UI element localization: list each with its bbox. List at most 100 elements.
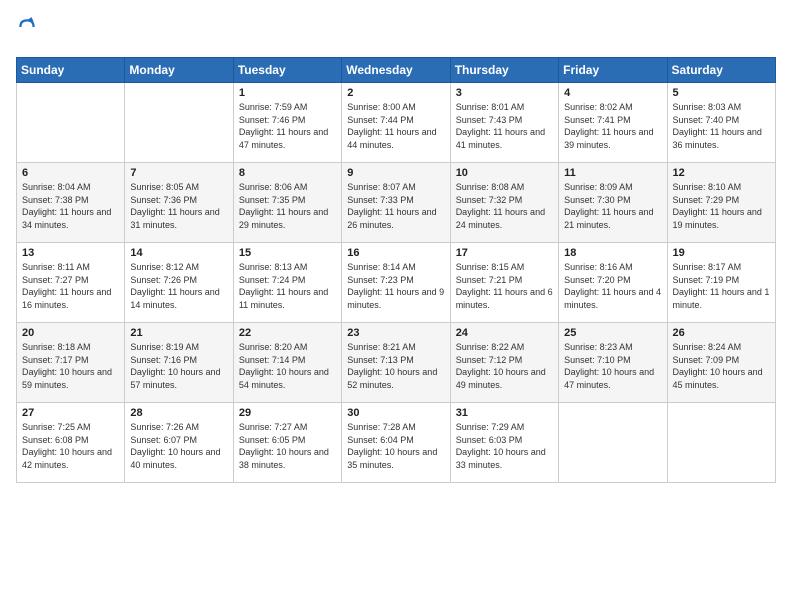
- calendar-cell: 14 Sunrise: 8:12 AM Sunset: 7:26 PM Dayli…: [125, 243, 233, 323]
- day-number: 3: [456, 87, 553, 99]
- day-info: Sunrise: 8:10 AM Sunset: 7:29 PM Dayligh…: [673, 181, 770, 231]
- calendar-cell: 2 Sunrise: 8:00 AM Sunset: 7:44 PM Daylig…: [342, 83, 450, 163]
- calendar-cell: 25 Sunrise: 8:23 AM Sunset: 7:10 PM Dayli…: [559, 323, 667, 403]
- calendar-cell: [125, 83, 233, 163]
- weekday-header-thursday: Thursday: [450, 58, 558, 83]
- day-info: Sunrise: 8:11 AM Sunset: 7:27 PM Dayligh…: [22, 261, 119, 311]
- day-number: 19: [673, 247, 770, 259]
- day-number: 4: [564, 87, 661, 99]
- calendar-cell: 15Sunrise: 8:13 AM Sunset: 7:24 PM Dayli…: [233, 243, 341, 323]
- day-number: 1: [239, 87, 336, 99]
- day-number: 27: [22, 407, 119, 419]
- day-number: 14: [130, 247, 227, 259]
- day-info: Sunrise: 7:25 AM Sunset: 6:08 PM Dayligh…: [22, 421, 119, 471]
- logo-icon: [16, 16, 38, 38]
- day-info: Sunrise: 8:16 AM Sunset: 7:20 PM Dayligh…: [564, 261, 661, 311]
- day-info: Sunrise: 7:59 AM Sunset: 7:46 PM Dayligh…: [239, 101, 336, 151]
- day-number: 20: [22, 327, 119, 339]
- week-row-5: 27 Sunrise: 7:25 AM Sunset: 6:08 PM Dayli…: [17, 403, 776, 483]
- calendar-cell: 20 Sunrise: 8:18 AM Sunset: 7:17 PM Dayli…: [17, 323, 125, 403]
- weekday-header-saturday: Saturday: [667, 58, 775, 83]
- day-info: Sunrise: 8:21 AM Sunset: 7:13 PM Dayligh…: [347, 341, 444, 391]
- calendar-cell: 21Sunrise: 8:19 AM Sunset: 7:16 PM Dayli…: [125, 323, 233, 403]
- day-number: 30: [347, 407, 444, 419]
- day-number: 17: [456, 247, 553, 259]
- calendar-cell: 18 Sunrise: 8:16 AM Sunset: 7:20 PM Dayli…: [559, 243, 667, 323]
- calendar-cell: 26Sunrise: 8:24 AM Sunset: 7:09 PM Dayli…: [667, 323, 775, 403]
- day-info: Sunrise: 8:18 AM Sunset: 7:17 PM Dayligh…: [22, 341, 119, 391]
- calendar-cell: 1 Sunrise: 7:59 AM Sunset: 7:46 PM Daylig…: [233, 83, 341, 163]
- day-number: 31: [456, 407, 553, 419]
- calendar-cell: 24 Sunrise: 8:22 AM Sunset: 7:12 PM Dayli…: [450, 323, 558, 403]
- weekday-header-wednesday: Wednesday: [342, 58, 450, 83]
- weekday-header-monday: Monday: [125, 58, 233, 83]
- calendar-cell: 13 Sunrise: 8:11 AM Sunset: 7:27 PM Dayli…: [17, 243, 125, 323]
- weekday-header-tuesday: Tuesday: [233, 58, 341, 83]
- day-info: Sunrise: 7:28 AM Sunset: 6:04 PM Dayligh…: [347, 421, 444, 471]
- calendar-cell: 30 Sunrise: 7:28 AM Sunset: 6:04 PM Dayli…: [342, 403, 450, 483]
- calendar-cell: 16 Sunrise: 8:14 AM Sunset: 7:23 PM Dayli…: [342, 243, 450, 323]
- day-info: Sunrise: 8:12 AM Sunset: 7:26 PM Dayligh…: [130, 261, 227, 311]
- day-info: Sunrise: 8:03 AM Sunset: 7:40 PM Dayligh…: [673, 101, 770, 151]
- calendar-cell: 22 Sunrise: 8:20 AM Sunset: 7:14 PM Dayli…: [233, 323, 341, 403]
- weekday-header-row: SundayMondayTuesdayWednesdayThursdayFrid…: [17, 58, 776, 83]
- day-info: Sunrise: 7:26 AM Sunset: 6:07 PM Dayligh…: [130, 421, 227, 471]
- week-row-1: 1 Sunrise: 7:59 AM Sunset: 7:46 PM Daylig…: [17, 83, 776, 163]
- day-info: Sunrise: 8:05 AM Sunset: 7:36 PM Dayligh…: [130, 181, 227, 231]
- day-number: 8: [239, 167, 336, 179]
- calendar-cell: 11 Sunrise: 8:09 AM Sunset: 7:30 PM Dayli…: [559, 163, 667, 243]
- calendar-cell: 28Sunrise: 7:26 AM Sunset: 6:07 PM Dayli…: [125, 403, 233, 483]
- calendar-cell: 7Sunrise: 8:05 AM Sunset: 7:36 PM Daylig…: [125, 163, 233, 243]
- day-info: Sunrise: 8:02 AM Sunset: 7:41 PM Dayligh…: [564, 101, 661, 151]
- day-number: 29: [239, 407, 336, 419]
- week-row-4: 20 Sunrise: 8:18 AM Sunset: 7:17 PM Dayli…: [17, 323, 776, 403]
- calendar-cell: 10Sunrise: 8:08 AM Sunset: 7:32 PM Dayli…: [450, 163, 558, 243]
- day-info: Sunrise: 8:19 AM Sunset: 7:16 PM Dayligh…: [130, 341, 227, 391]
- day-info: Sunrise: 8:17 AM Sunset: 7:19 PM Dayligh…: [673, 261, 770, 311]
- day-info: Sunrise: 8:20 AM Sunset: 7:14 PM Dayligh…: [239, 341, 336, 391]
- day-number: 2: [347, 87, 444, 99]
- calendar-cell: 27 Sunrise: 7:25 AM Sunset: 6:08 PM Dayli…: [17, 403, 125, 483]
- day-number: 10: [456, 167, 553, 179]
- calendar-cell: 31 Sunrise: 7:29 AM Sunset: 6:03 PM Dayli…: [450, 403, 558, 483]
- weekday-header-friday: Friday: [559, 58, 667, 83]
- day-info: Sunrise: 8:06 AM Sunset: 7:35 PM Dayligh…: [239, 181, 336, 231]
- day-info: Sunrise: 8:14 AM Sunset: 7:23 PM Dayligh…: [347, 261, 444, 311]
- day-info: Sunrise: 8:09 AM Sunset: 7:30 PM Dayligh…: [564, 181, 661, 231]
- calendar-cell: 23Sunrise: 8:21 AM Sunset: 7:13 PM Dayli…: [342, 323, 450, 403]
- day-info: Sunrise: 7:27 AM Sunset: 6:05 PM Dayligh…: [239, 421, 336, 471]
- day-number: 18: [564, 247, 661, 259]
- day-number: 22: [239, 327, 336, 339]
- day-info: Sunrise: 8:15 AM Sunset: 7:21 PM Dayligh…: [456, 261, 553, 311]
- day-info: Sunrise: 7:29 AM Sunset: 6:03 PM Dayligh…: [456, 421, 553, 471]
- calendar-table: SundayMondayTuesdayWednesdayThursdayFrid…: [16, 57, 776, 483]
- page-container: SundayMondayTuesdayWednesdayThursdayFrid…: [0, 0, 792, 493]
- week-row-2: 6 Sunrise: 8:04 AM Sunset: 7:38 PM Daylig…: [17, 163, 776, 243]
- calendar-cell: 19 Sunrise: 8:17 AM Sunset: 7:19 PM Dayli…: [667, 243, 775, 323]
- calendar-cell: [667, 403, 775, 483]
- day-number: 6: [22, 167, 119, 179]
- calendar-cell: [559, 403, 667, 483]
- day-number: 25: [564, 327, 661, 339]
- calendar-cell: 17 Sunrise: 8:15 AM Sunset: 7:21 PM Dayli…: [450, 243, 558, 323]
- day-info: Sunrise: 8:23 AM Sunset: 7:10 PM Dayligh…: [564, 341, 661, 391]
- day-info: Sunrise: 8:22 AM Sunset: 7:12 PM Dayligh…: [456, 341, 553, 391]
- day-number: 13: [22, 247, 119, 259]
- week-row-3: 13 Sunrise: 8:11 AM Sunset: 7:27 PM Dayli…: [17, 243, 776, 323]
- calendar-cell: 4 Sunrise: 8:02 AM Sunset: 7:41 PM Daylig…: [559, 83, 667, 163]
- day-number: 5: [673, 87, 770, 99]
- day-info: Sunrise: 8:00 AM Sunset: 7:44 PM Dayligh…: [347, 101, 444, 151]
- day-info: Sunrise: 8:07 AM Sunset: 7:33 PM Dayligh…: [347, 181, 444, 231]
- calendar-cell: 9Sunrise: 8:07 AM Sunset: 7:33 PM Daylig…: [342, 163, 450, 243]
- day-number: 16: [347, 247, 444, 259]
- calendar-cell: 29 Sunrise: 7:27 AM Sunset: 6:05 PM Dayli…: [233, 403, 341, 483]
- calendar-cell: 8 Sunrise: 8:06 AM Sunset: 7:35 PM Daylig…: [233, 163, 341, 243]
- logo: [16, 16, 38, 45]
- day-info: Sunrise: 8:13 AM Sunset: 7:24 PM Dayligh…: [239, 261, 336, 311]
- day-number: 26: [673, 327, 770, 339]
- day-info: Sunrise: 8:04 AM Sunset: 7:38 PM Dayligh…: [22, 181, 119, 231]
- calendar-cell: 12Sunrise: 8:10 AM Sunset: 7:29 PM Dayli…: [667, 163, 775, 243]
- day-number: 24: [456, 327, 553, 339]
- day-number: 11: [564, 167, 661, 179]
- weekday-header-sunday: Sunday: [17, 58, 125, 83]
